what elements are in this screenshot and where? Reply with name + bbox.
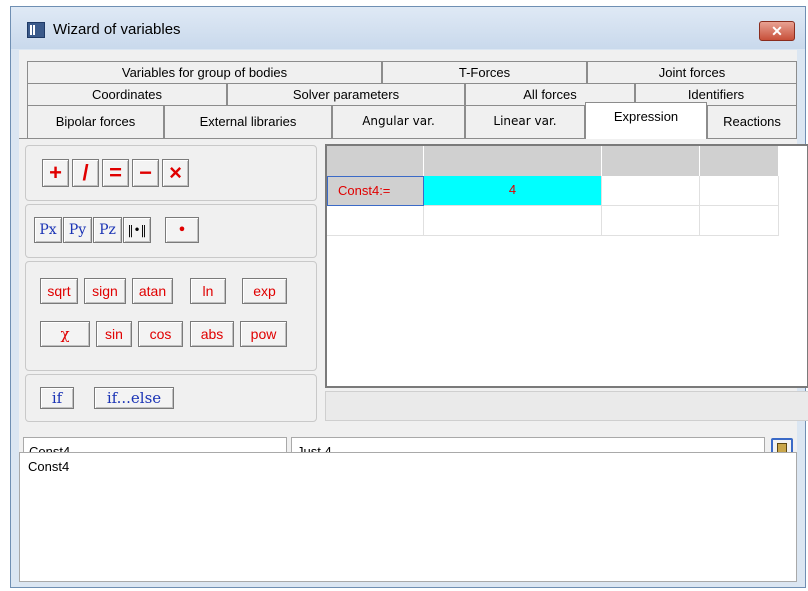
norm-button[interactable]: ‖•‖	[123, 217, 151, 243]
title-bar: Wizard of variables ✕	[11, 7, 805, 49]
tab-bipolar-forces[interactable]: Bipolar forces	[27, 105, 164, 138]
grid-cell[interactable]	[700, 176, 779, 206]
plus-button[interactable]: +	[42, 159, 69, 187]
tab-variables-group-bodies[interactable]: Variables for group of bodies	[27, 61, 382, 83]
multiply-button[interactable]: ×	[162, 159, 189, 187]
grid-header-cell	[700, 146, 779, 176]
wizard-window: Wizard of variables ✕ Variables for grou…	[10, 6, 808, 588]
py-button[interactable]: Py	[63, 217, 92, 243]
expression-memo[interactable]: Const4	[19, 452, 797, 582]
equals-button[interactable]: =	[102, 159, 129, 187]
cos-button[interactable]: cos	[138, 321, 183, 347]
client-area: Variables for group of bodies T-Forces J…	[19, 50, 808, 582]
grid-cell[interactable]	[424, 206, 602, 236]
sign-button[interactable]: sign	[84, 278, 126, 304]
tab-row-1: Variables for group of bodies T-Forces J…	[19, 61, 797, 83]
ln-button[interactable]: ln	[190, 278, 226, 304]
window-title: Wizard of variables	[53, 21, 181, 38]
tab-joint-forces[interactable]: Joint forces	[587, 61, 797, 83]
grid-cell[interactable]	[602, 206, 700, 236]
pow-button[interactable]: pow	[240, 321, 287, 347]
tab-external-libraries[interactable]: External libraries	[164, 105, 332, 138]
tab-solver-parameters[interactable]: Solver parameters	[227, 83, 465, 105]
atan-button[interactable]: atan	[132, 278, 173, 304]
sqrt-button[interactable]: sqrt	[40, 278, 78, 304]
close-icon: ✕	[771, 23, 783, 39]
abs-button[interactable]: abs	[190, 321, 234, 347]
tab-row-3: Bipolar forces External libraries Angula…	[19, 102, 797, 139]
close-button[interactable]: ✕	[759, 21, 795, 41]
divide-button[interactable]: /	[72, 159, 99, 187]
grid-header-cell	[327, 146, 424, 176]
tab-linear-var[interactable]: Linear var.	[465, 105, 585, 138]
grid-cell[interactable]	[327, 206, 424, 236]
grid-header-cell	[424, 146, 602, 176]
tab-reactions[interactable]: Reactions	[707, 105, 797, 138]
operators-group: + / = − ×	[25, 145, 317, 201]
grid-row-name[interactable]: Const4:=	[327, 176, 424, 206]
grid-row-value[interactable]: 4	[424, 176, 602, 206]
grid-cell[interactable]	[602, 176, 700, 206]
expression-panel: + / = − × Px Py Pz ‖•‖ • sqrt sign atan …	[19, 138, 808, 428]
minus-button[interactable]: −	[132, 159, 159, 187]
px-button[interactable]: Px	[34, 217, 62, 243]
dot-product-button[interactable]: •	[165, 217, 199, 243]
tab-coordinates[interactable]: Coordinates	[27, 83, 227, 105]
pz-button[interactable]: Pz	[93, 217, 122, 243]
grid-horizontal-scrollbar[interactable]	[325, 391, 808, 421]
conditional-group: if if...else	[25, 374, 317, 422]
variable-grid[interactable]: Const4:= 4	[325, 144, 808, 388]
if-else-button[interactable]: if...else	[94, 387, 174, 409]
vector-group: Px Py Pz ‖•‖ •	[25, 204, 317, 258]
grid-cell[interactable]	[700, 206, 779, 236]
chi-button[interactable]: χ	[40, 321, 90, 347]
grid-header-cell	[602, 146, 700, 176]
if-button[interactable]: if	[40, 387, 74, 409]
exp-button[interactable]: exp	[242, 278, 287, 304]
tab-angular-var[interactable]: Angular var.	[332, 105, 465, 138]
sin-button[interactable]: sin	[96, 321, 132, 347]
app-icon	[27, 22, 45, 38]
tab-t-forces[interactable]: T-Forces	[382, 61, 587, 83]
tab-expression[interactable]: Expression	[585, 102, 707, 139]
functions-group: sqrt sign atan ln exp χ sin cos abs pow	[25, 261, 317, 371]
